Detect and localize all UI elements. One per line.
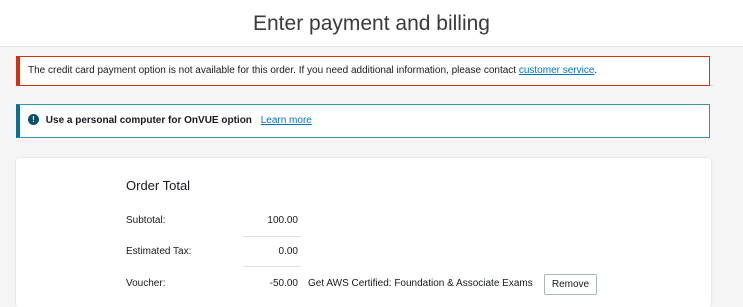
error-alert-suffix: . xyxy=(594,65,598,76)
order-total-title: Order Total xyxy=(126,178,191,193)
value-divider xyxy=(243,236,301,237)
page-title: Enter payment and billing xyxy=(253,12,490,35)
info-alert: ! Use a personal computer for OnVUE opti… xyxy=(16,104,710,138)
error-alert: The credit card payment option is not av… xyxy=(16,56,710,86)
order-total-card: Order Total Subtotal: 100.00 Estimated T… xyxy=(16,158,711,307)
info-circle-icon: ! xyxy=(28,113,39,125)
estimated-tax-value: 0.00 xyxy=(278,246,298,257)
subtotal-label: Subtotal: xyxy=(126,215,166,226)
voucher-description: Get AWS Certified: Foundation & Associat… xyxy=(308,278,533,289)
subtotal-value: 100.00 xyxy=(267,215,298,226)
estimated-tax-label: Estimated Tax: xyxy=(126,246,192,257)
remove-voucher-button[interactable]: Remove xyxy=(544,274,597,295)
learn-more-link[interactable]: Learn more xyxy=(261,115,312,126)
error-alert-message: The credit card payment option is not av… xyxy=(28,65,519,76)
info-alert-message: Use a personal computer for OnVUE option xyxy=(45,115,252,126)
value-divider xyxy=(243,266,301,267)
voucher-label: Voucher: xyxy=(126,278,166,289)
customer-service-link[interactable]: customer service xyxy=(519,65,595,76)
voucher-value: -50.00 xyxy=(269,278,298,289)
